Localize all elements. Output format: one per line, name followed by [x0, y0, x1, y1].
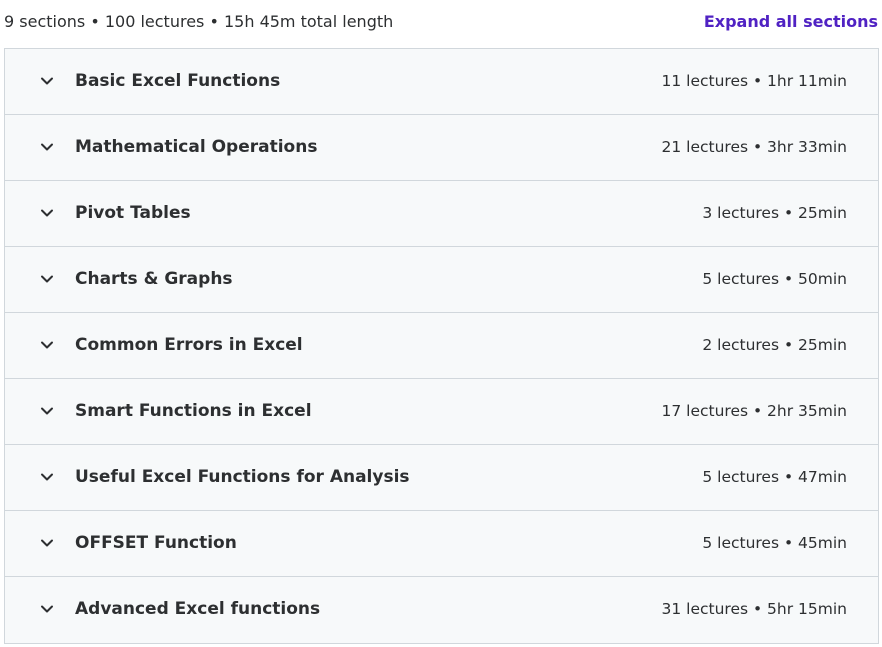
section-title: Advanced Excel functions	[75, 599, 321, 619]
section-row[interactable]: Common Errors in Excel 2 lectures • 25mi…	[5, 313, 878, 379]
chevron-down-icon[interactable]	[39, 403, 55, 419]
section-meta: 5 lectures • 47min	[702, 468, 847, 486]
expand-all-sections-button[interactable]: Expand all sections	[704, 12, 878, 31]
section-title: Useful Excel Functions for Analysis	[75, 467, 410, 487]
section-meta: 17 lectures • 2hr 35min	[661, 402, 848, 420]
section-row[interactable]: Mathematical Operations 21 lectures • 3h…	[5, 115, 878, 181]
chevron-down-icon[interactable]	[39, 271, 55, 287]
section-meta: 5 lectures • 50min	[702, 270, 847, 288]
chevron-down-icon[interactable]	[39, 535, 55, 551]
section-row[interactable]: Useful Excel Functions for Analysis 5 le…	[5, 445, 878, 511]
section-meta: 3 lectures • 25min	[702, 204, 847, 222]
section-title: Basic Excel Functions	[75, 71, 281, 91]
chevron-down-icon[interactable]	[39, 601, 55, 617]
section-list: Basic Excel Functions 11 lectures • 1hr …	[4, 48, 879, 644]
section-title: Charts & Graphs	[75, 269, 233, 289]
section-title: Smart Functions in Excel	[75, 401, 312, 421]
section-row[interactable]: Smart Functions in Excel 17 lectures • 2…	[5, 379, 878, 445]
section-title: Pivot Tables	[75, 203, 191, 223]
curriculum-summary-text: 9 sections • 100 lectures • 15h 45m tota…	[4, 12, 394, 31]
section-row[interactable]: Basic Excel Functions 11 lectures • 1hr …	[5, 49, 878, 115]
section-title: OFFSET Function	[75, 533, 237, 553]
section-row[interactable]: OFFSET Function 5 lectures • 45min	[5, 511, 878, 577]
chevron-down-icon[interactable]	[39, 139, 55, 155]
section-row[interactable]: Pivot Tables 3 lectures • 25min	[5, 181, 878, 247]
curriculum-summary-bar: 9 sections • 100 lectures • 15h 45m tota…	[0, 0, 882, 46]
chevron-down-icon[interactable]	[39, 469, 55, 485]
section-meta: 11 lectures • 1hr 11min	[661, 72, 848, 90]
chevron-down-icon[interactable]	[39, 337, 55, 353]
course-content: 9 sections • 100 lectures • 15h 45m tota…	[0, 0, 882, 647]
section-title: Mathematical Operations	[75, 137, 318, 157]
section-row[interactable]: Charts & Graphs 5 lectures • 50min	[5, 247, 878, 313]
section-meta: 2 lectures • 25min	[702, 336, 847, 354]
section-meta: 31 lectures • 5hr 15min	[661, 600, 848, 618]
section-row[interactable]: Advanced Excel functions 31 lectures • 5…	[5, 577, 878, 643]
chevron-down-icon[interactable]	[39, 205, 55, 221]
chevron-down-icon[interactable]	[39, 73, 55, 89]
section-meta: 21 lectures • 3hr 33min	[661, 138, 848, 156]
section-title: Common Errors in Excel	[75, 335, 303, 355]
section-meta: 5 lectures • 45min	[702, 534, 847, 552]
